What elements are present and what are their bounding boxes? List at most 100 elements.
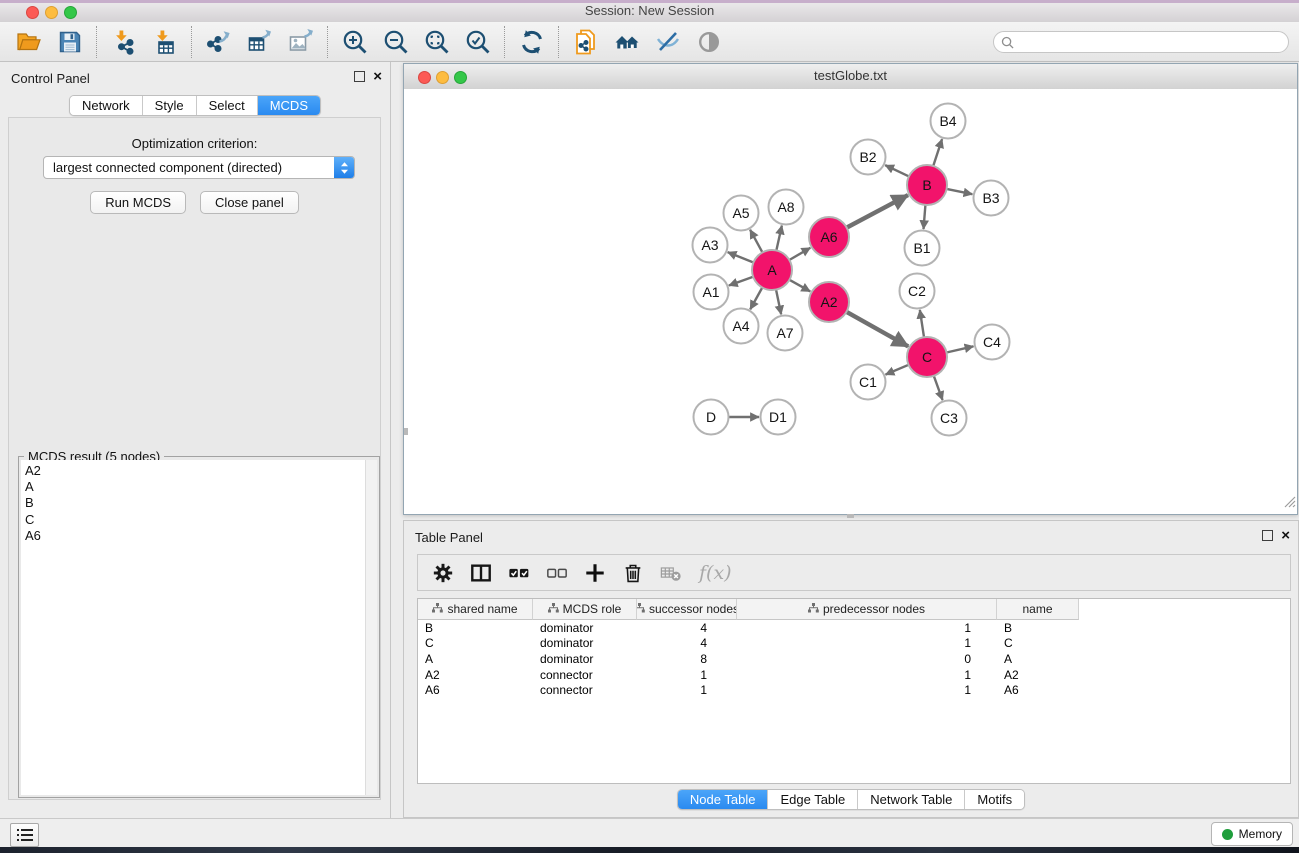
delete-column-icon[interactable] (620, 560, 645, 585)
cell-predecessor-nodes[interactable]: 1 (737, 621, 997, 635)
cell-predecessor-nodes[interactable]: 1 (737, 636, 997, 650)
table-row[interactable]: Cdominator41C (418, 636, 1290, 652)
graph-edge-C-C3[interactable] (934, 376, 943, 400)
zoom-selected-icon[interactable] (457, 25, 498, 59)
graph-edge-A-A7[interactable] (776, 290, 781, 315)
graph-edge-A-A8[interactable] (776, 226, 782, 251)
graph-edge-A-A3[interactable] (728, 252, 754, 262)
mcds-result-item[interactable]: A6 (21, 528, 377, 544)
cell-successor-nodes[interactable]: 1 (637, 683, 737, 697)
add-column-icon[interactable] (582, 560, 607, 585)
cell-shared-name[interactable]: B (418, 621, 533, 635)
run-mcds-button[interactable]: Run MCDS (90, 191, 186, 214)
graph-edge-B-B3[interactable] (947, 189, 973, 194)
graph-edge-A6-B[interactable] (847, 195, 908, 228)
network-canvas[interactable]: AA1A2A3A4A5A6A7A8BB1B2B3B4CC1C2C3C4DD1 (404, 89, 1297, 514)
table-row[interactable]: A6connector11A6 (418, 682, 1290, 698)
close-panel-icon[interactable]: × (373, 70, 382, 83)
import-network-icon[interactable] (103, 25, 144, 59)
graph-edge-B-B2[interactable] (885, 165, 909, 176)
network-graph[interactable]: AA1A2A3A4A5A6A7A8BB1B2B3B4CC1C2C3C4DD1 (404, 89, 1297, 514)
import-table-icon[interactable] (144, 25, 185, 59)
float-panel-icon[interactable] (1262, 530, 1273, 541)
window-resize-grip[interactable] (1282, 494, 1296, 513)
cell-predecessor-nodes[interactable]: 1 (737, 683, 997, 697)
column-header-successor-nodes[interactable]: successor nodes (637, 599, 737, 620)
cell-mcds-role[interactable]: dominator (533, 652, 637, 666)
graph-edge-C-C1[interactable] (885, 365, 908, 375)
mcds-result-item[interactable]: A (21, 479, 377, 495)
cell-successor-nodes[interactable]: 1 (637, 668, 737, 682)
hide-graphics-details-icon[interactable] (647, 25, 688, 59)
graph-edge-A-A2[interactable] (789, 280, 810, 292)
frame-resize-tick[interactable] (404, 428, 408, 435)
tab-select[interactable]: Select (197, 96, 258, 115)
cell-shared-name[interactable]: A (418, 652, 533, 666)
network-window-titlebar[interactable]: testGlobe.txt (404, 64, 1297, 90)
cell-mcds-role[interactable]: dominator (533, 621, 637, 635)
graph-edge-A-A1[interactable] (729, 277, 753, 286)
table-tab-network-table[interactable]: Network Table (858, 790, 965, 809)
criterion-dropdown[interactable]: largest connected component (directed) (43, 156, 355, 179)
cell-predecessor-nodes[interactable]: 0 (737, 652, 997, 666)
export-network-icon[interactable] (198, 25, 239, 59)
cell-mcds-role[interactable]: connector (533, 683, 637, 697)
show-graphics-details-icon[interactable] (688, 25, 729, 59)
result-scrollbar[interactable] (365, 460, 377, 795)
cell-mcds-role[interactable]: connector (533, 668, 637, 682)
cell-name[interactable]: A (997, 652, 1079, 666)
memory-button[interactable]: Memory (1211, 822, 1293, 846)
refresh-view-icon[interactable] (511, 25, 552, 59)
cell-name[interactable]: A6 (997, 683, 1079, 697)
deselect-all-rows-icon[interactable] (544, 560, 569, 585)
open-session-icon[interactable] (8, 25, 49, 59)
graph-edge-B-B1[interactable] (924, 205, 926, 229)
table-tab-motifs[interactable]: Motifs (965, 790, 1024, 809)
open-home-icon[interactable] (606, 25, 647, 59)
graph-edge-A-A5[interactable] (750, 230, 762, 253)
column-header-mcds-role[interactable]: MCDS role (533, 599, 637, 620)
close-panel-icon[interactable]: × (1281, 529, 1290, 542)
graph-edge-A-A6[interactable] (789, 248, 810, 260)
export-table-icon[interactable] (239, 25, 280, 59)
dock-panels-button[interactable] (10, 823, 39, 847)
graph-edge-A-A4[interactable] (750, 287, 762, 309)
cell-shared-name[interactable]: A6 (418, 683, 533, 697)
cell-shared-name[interactable]: C (418, 636, 533, 650)
float-panel-icon[interactable] (354, 71, 365, 82)
tab-style[interactable]: Style (143, 96, 197, 115)
select-all-rows-icon[interactable] (506, 560, 531, 585)
cell-successor-nodes[interactable]: 4 (637, 636, 737, 650)
table-row[interactable]: Bdominator41B (418, 620, 1290, 636)
zoom-out-icon[interactable] (375, 25, 416, 59)
table-tab-node-table[interactable]: Node Table (678, 790, 769, 809)
cell-shared-name[interactable]: A2 (418, 668, 533, 682)
export-image-icon[interactable] (280, 25, 321, 59)
cell-successor-nodes[interactable]: 8 (637, 652, 737, 666)
close-panel-button[interactable]: Close panel (200, 191, 299, 214)
table-tab-edge-table[interactable]: Edge Table (768, 790, 858, 809)
mcds-result-item[interactable]: C (21, 512, 377, 528)
zoom-fit-icon[interactable] (416, 25, 457, 59)
table-row[interactable]: Adominator80A (418, 651, 1290, 667)
tab-network[interactable]: Network (70, 96, 143, 115)
cell-predecessor-nodes[interactable]: 1 (737, 668, 997, 682)
frame-resize-tick[interactable] (847, 514, 854, 518)
mcds-result-item[interactable]: A2 (21, 463, 377, 479)
save-session-icon[interactable] (49, 25, 90, 59)
column-settings-gear-icon[interactable] (430, 560, 455, 585)
column-header-predecessor-nodes[interactable]: predecessor nodes (737, 599, 997, 620)
graph-edge-B-B4[interactable] (933, 139, 942, 166)
toggle-columns-icon[interactable] (468, 560, 493, 585)
tab-mcds[interactable]: MCDS (258, 96, 320, 115)
cell-name[interactable]: C (997, 636, 1079, 650)
cell-successor-nodes[interactable]: 4 (637, 621, 737, 635)
column-header-name[interactable]: name (997, 599, 1079, 620)
graph-edge-A2-C[interactable] (846, 312, 908, 347)
graph-edge-C-C4[interactable] (946, 346, 973, 352)
cell-mcds-role[interactable]: dominator (533, 636, 637, 650)
mcds-result-item[interactable]: B (21, 495, 377, 511)
column-header-shared-name[interactable]: shared name (418, 599, 533, 620)
cell-name[interactable]: B (997, 621, 1079, 635)
zoom-in-icon[interactable] (334, 25, 375, 59)
